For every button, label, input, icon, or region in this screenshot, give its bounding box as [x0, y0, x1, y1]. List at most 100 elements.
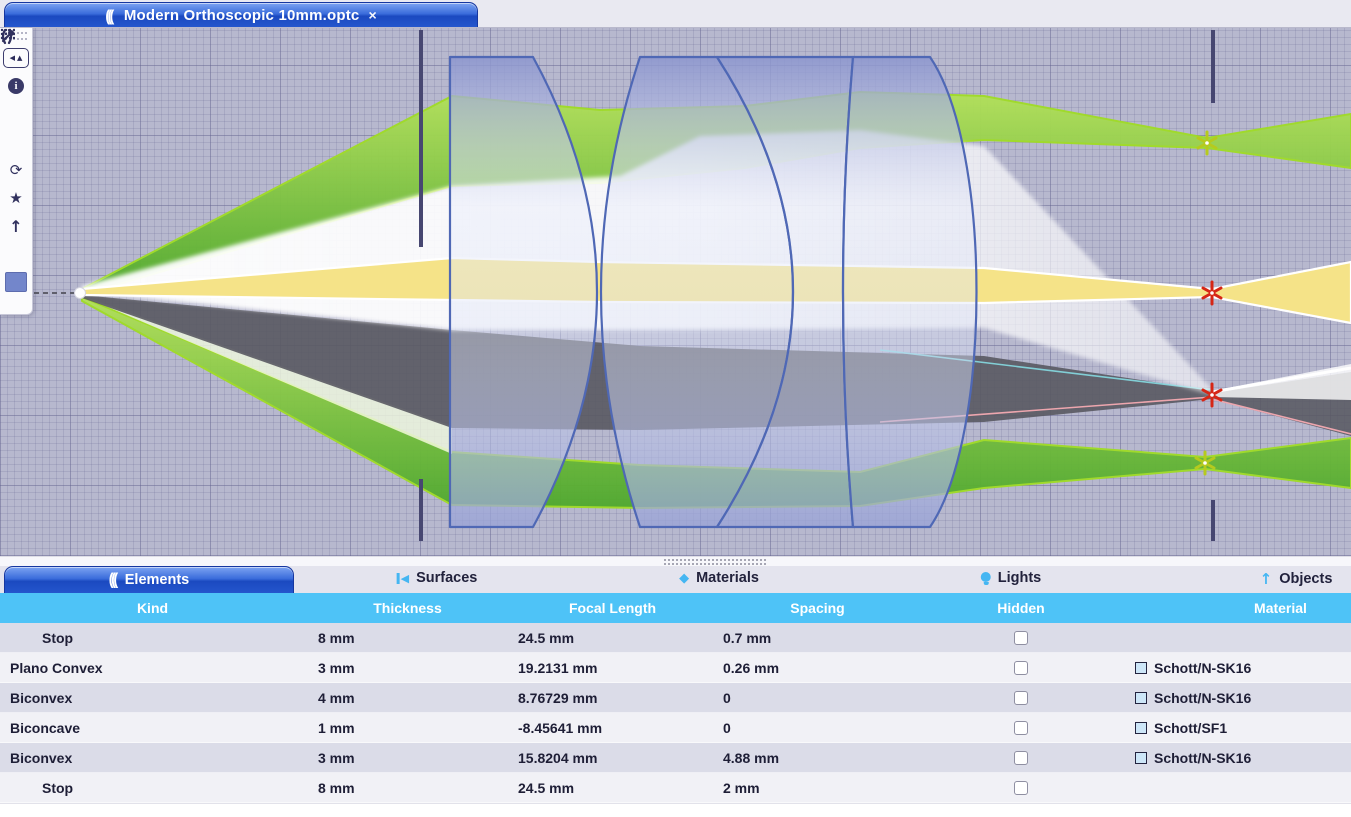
material-cell: Schott/N-SK16: [1122, 653, 1351, 683]
material-swatch[interactable]: [1135, 722, 1147, 734]
splitter-drag-handle[interactable]: [664, 559, 766, 565]
lens-icon[interactable]: [1, 28, 29, 152]
kind-cell: Plano Convex: [10, 660, 103, 676]
table-header: Kind Thickness Focal Length Spacing Hidd…: [0, 593, 1351, 623]
grid-icon[interactable]: [0, 28, 29, 124]
focal-length-cell: 8.76729 mm: [518, 690, 598, 706]
table-body: Stop 8 mm 24.5 mm 0.7 mm Plano Convex 3 mm 19.…: [0, 623, 1351, 803]
material-swatch[interactable]: [1135, 692, 1147, 704]
star-icon[interactable]: ★: [3, 188, 29, 208]
column-header-thickness: Thickness: [373, 600, 442, 616]
focal-length-cell: -8.45641 mm: [518, 720, 603, 736]
up-arrow-icon: ↑: [1259, 570, 1273, 588]
ray-diagram: [34, 30, 1351, 541]
thickness-cell: 1 mm: [318, 720, 355, 736]
hidden-checkbox[interactable]: [1014, 661, 1028, 675]
table-row[interactable]: Biconvex 4 mm 8.76729 mm 0 Schott/N-SK16: [0, 683, 1351, 713]
stop-line-left-bottom[interactable]: [419, 479, 423, 541]
tab-lights[interactable]: Lights: [980, 570, 1042, 586]
thickness-cell: 4 mm: [318, 690, 355, 706]
tab-objects[interactable]: ↑ Objects: [1260, 570, 1333, 588]
lens-icon: (((: [105, 5, 114, 25]
hidden-checkbox[interactable]: [1014, 721, 1028, 735]
material-name: Schott/N-SK16: [1154, 750, 1252, 766]
lens-icon: (((: [108, 570, 119, 590]
tab-surfaces[interactable]: ◀ Surfaces: [396, 570, 478, 586]
kind-cell: Stop: [42, 780, 74, 796]
focal-length-cell: 15.8204 mm: [518, 750, 598, 766]
thickness-cell: 3 mm: [318, 750, 355, 766]
kind-cell: Stop: [42, 630, 74, 646]
gem-icon: ◆: [679, 570, 690, 586]
tab-label: Objects: [1279, 571, 1333, 587]
close-icon[interactable]: ×: [368, 7, 376, 23]
source-point[interactable]: [74, 287, 86, 299]
kind-cell: Biconcave: [10, 720, 81, 736]
spacing-cell: 0: [723, 690, 731, 706]
spacing-cell: 2 mm: [723, 780, 760, 796]
panel-tab-bar: ((( Elements ◀ Surfaces ◆ Materials Lights ↑ Obj…: [0, 566, 1351, 593]
material-cell: Schott/SF1: [1122, 713, 1351, 743]
tab-elements[interactable]: ((( Elements: [4, 566, 294, 593]
up-arrow-icon[interactable]: ↑: [3, 216, 29, 236]
stop-line-right-bottom[interactable]: [1211, 500, 1215, 541]
table-row[interactable]: Plano Convex 3 mm 19.2131 mm 0.26 mm Schott/…: [0, 653, 1351, 683]
refresh-icon[interactable]: ⟳: [3, 160, 29, 180]
eyedropper-icon[interactable]: [1, 30, 29, 264]
focal-length-cell: 24.5 mm: [518, 780, 575, 796]
hidden-checkbox[interactable]: [1014, 751, 1028, 765]
ray-trace-viewport[interactable]: ◀ ▲ i ⟳ ★ ↑: [0, 28, 1351, 556]
table-row[interactable]: Stop 8 mm 24.5 mm 2 mm: [0, 773, 1351, 803]
material-cell: [1122, 623, 1351, 653]
spacing-cell: 0.7 mm: [723, 630, 772, 646]
column-header-kind: Kind: [136, 600, 169, 616]
thickness-cell: 8 mm: [318, 630, 355, 646]
material-cell: [1122, 773, 1351, 803]
lens-biconvex-2[interactable]: [841, 55, 978, 529]
table-row[interactable]: Biconcave 1 mm -8.45641 mm 0 Schott/SF1: [0, 713, 1351, 743]
color-swatch[interactable]: [5, 272, 27, 292]
column-header-focal-length: Focal Length: [568, 600, 657, 616]
material-name: Schott/SF1: [1154, 720, 1228, 736]
table-row[interactable]: Biconvex 3 mm 15.8204 mm 4.88 mm Schott/N-SK…: [0, 743, 1351, 773]
spacing-cell: 0: [723, 720, 731, 736]
tab-label: Surfaces: [416, 570, 478, 586]
table-footer: [0, 803, 1351, 817]
spacing-cell: 4.88 mm: [723, 750, 780, 766]
tab-materials[interactable]: ◆ Materials: [679, 570, 759, 586]
kind-cell: Biconvex: [10, 690, 73, 706]
column-header-spacing: Spacing: [790, 600, 845, 616]
spacing-cell: 0.26 mm: [723, 660, 780, 676]
focal-length-cell: 19.2131 mm: [518, 660, 598, 676]
info-icon[interactable]: i: [3, 76, 29, 96]
stop-line-right-top[interactable]: [1211, 30, 1215, 103]
focal-length-cell: 24.5 mm: [518, 630, 575, 646]
nav-buttons[interactable]: ◀ ▲: [3, 48, 29, 68]
thickness-cell: 8 mm: [318, 780, 355, 796]
material-swatch[interactable]: [1135, 752, 1147, 764]
surfaces-icon: ◀: [396, 572, 409, 585]
hidden-checkbox[interactable]: [1014, 631, 1028, 645]
tab-label: Elements: [124, 572, 190, 588]
bulb-icon: [980, 571, 991, 585]
tab-label: Lights: [997, 570, 1042, 586]
tool-palette: ◀ ▲ i ⟳ ★ ↑: [0, 28, 33, 315]
table-row[interactable]: Stop 8 mm 24.5 mm 0.7 mm: [0, 623, 1351, 653]
material-swatch[interactable]: [1135, 662, 1147, 674]
column-header-material: Material: [1254, 600, 1307, 616]
hidden-checkbox[interactable]: [1014, 691, 1028, 705]
tab-label: Materials: [696, 570, 759, 586]
material-cell: Schott/N-SK16: [1122, 683, 1351, 713]
material-name: Schott/N-SK16: [1154, 690, 1252, 706]
material-cell: Schott/N-SK16: [1122, 743, 1351, 773]
panel-splitter[interactable]: [0, 556, 1351, 566]
ray-bundle-white-exit: [1212, 364, 1351, 400]
document-title: Modern Orthoscopic 10mm.optc: [123, 6, 360, 24]
thickness-cell: 3 mm: [318, 660, 355, 676]
top-bar: ((( Modern Orthoscopic 10mm.optc ×: [0, 0, 1351, 28]
document-tab[interactable]: ((( Modern Orthoscopic 10mm.optc ×: [4, 2, 478, 27]
hidden-checkbox[interactable]: [1014, 781, 1028, 795]
material-name: Schott/N-SK16: [1154, 660, 1252, 676]
stop-line-left-top[interactable]: [419, 30, 423, 247]
kind-cell: Biconvex: [10, 750, 73, 766]
